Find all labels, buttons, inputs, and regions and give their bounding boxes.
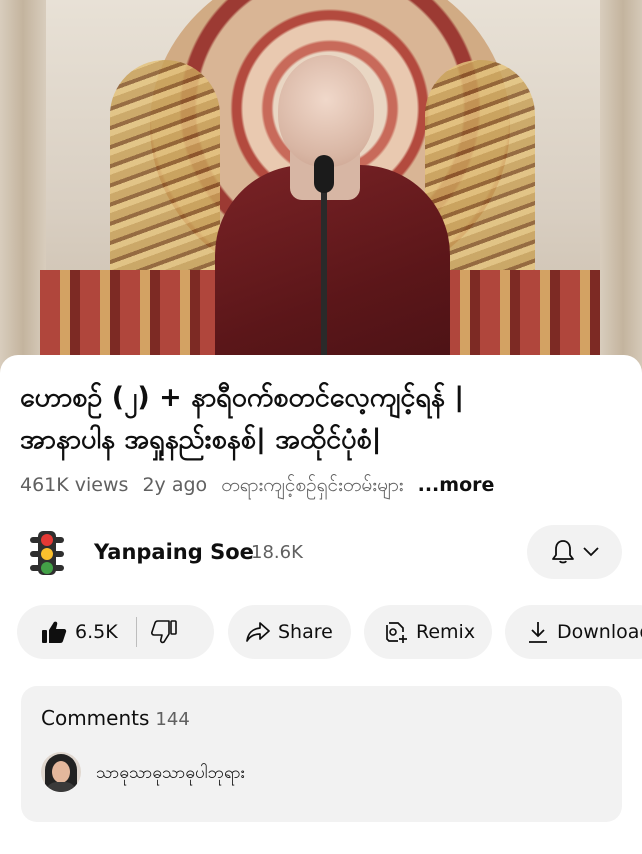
video-player[interactable] [0,0,642,375]
share-icon [246,621,270,643]
monk-head [278,55,374,167]
remix-icon [384,620,408,644]
comments-count: 144 [155,709,190,730]
remix-button[interactable]: Remix [364,605,492,659]
comments-panel[interactable]: Comments 144 သာဓုသာဓုသာဓုပါဘုရား [21,686,622,822]
video-meta[interactable]: 461K views 2y ago တရားကျင့်စဉ်ရှင်းတမ်းမ… [20,473,502,501]
action-chips: 6.5K Share Remix Downloa [0,605,642,661]
video-details-sheet: ဟောစဉ် (၂) + နာရီဝက်စတင်လေ့ကျင့်ရန် | အာ… [0,355,642,854]
channel-name[interactable]: Yanpaing Soe [94,540,254,564]
video-title[interactable]: ဟောစဉ် (၂) + နာရီဝက်စတင်လေ့ကျင့်ရန် | အာ… [20,377,620,461]
download-label: Download [557,621,642,643]
chip-divider [135,617,137,647]
comments-label: Comments [41,706,150,730]
download-icon [527,620,549,644]
hashtag-link[interactable]: တရားကျင့်စဉ်ရှင်းတမ်းများ [221,474,403,496]
subscriber-count: 18.6K [251,542,303,563]
video-title-line-1: ဟောစဉ် (၂) + နာရီဝက်စတင်လေ့ကျင့်ရန် | [20,382,465,413]
top-comment-text: သာဓုသာဓုသာဓုပါဘုရား [96,763,246,783]
view-count: 461K views [20,474,129,496]
background-pillar [600,0,642,375]
traffic-light-icon[interactable] [30,529,64,577]
comments-header: Comments 144 [41,706,190,730]
dislike-icon[interactable] [150,620,177,644]
video-title-line-2: အာနာပါန အရှုနည်းစနစ်| အထိုင်ပုံစံ| [20,424,382,455]
notification-button[interactable] [527,525,622,579]
share-button[interactable]: Share [228,605,351,659]
microphone [314,155,334,193]
download-button[interactable]: Download [505,605,642,659]
remix-label: Remix [416,621,476,643]
share-label: Share [278,621,333,643]
microphone-stand [321,175,327,375]
like-count[interactable]: 6.5K [75,621,118,643]
bell-icon [551,539,575,565]
upload-age: 2y ago [142,474,208,496]
channel-row: Yanpaing Soe 18.6K [0,525,642,581]
like-icon[interactable] [41,620,67,644]
more-link[interactable]: ...more [418,474,495,496]
commenter-avatar[interactable] [41,752,81,792]
chevron-down-icon [582,547,599,557]
like-dislike-chip: 6.5K [17,605,214,659]
